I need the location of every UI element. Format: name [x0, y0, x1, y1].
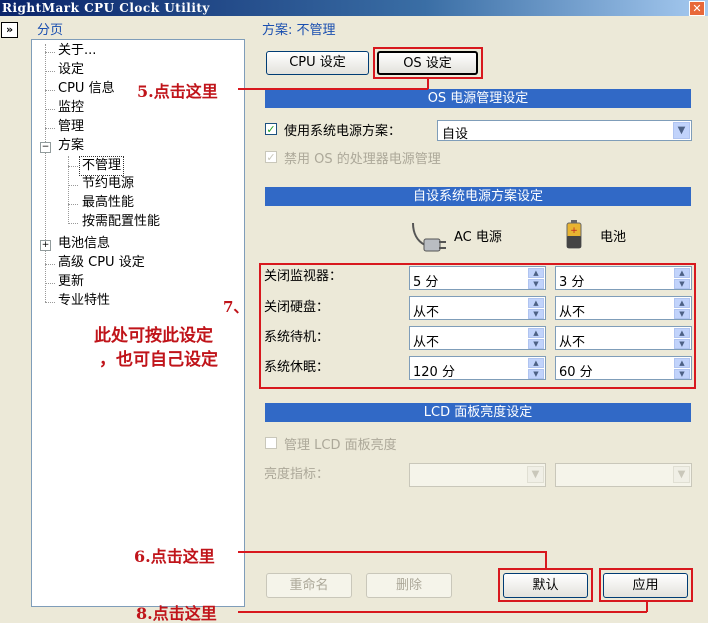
highlight-power-rows [259, 263, 696, 389]
nav-panel-title: 分页 [37, 23, 64, 38]
annotation-line [238, 611, 647, 613]
manage-lcd-checkbox[interactable] [265, 437, 277, 449]
window-title: RightMark CPU Clock Utility [2, 1, 210, 15]
collapse-node-icon[interactable]: − [40, 142, 51, 153]
rename-button[interactable]: 重命名 [266, 573, 352, 598]
expand-node-icon[interactable]: + [40, 240, 51, 251]
tree-connector [45, 128, 55, 129]
section-lcd-brightness: LCD 面板亮度设定 [265, 403, 691, 422]
highlight-default-button [498, 568, 593, 602]
svg-text:+: + [570, 226, 578, 236]
close-icon[interactable]: ✕ [689, 1, 705, 16]
nav-item-power-save[interactable]: 节约电源 [82, 175, 134, 193]
manage-lcd-label: 管理 LCD 面板亮度 [284, 438, 397, 453]
brightness-label: 亮度指标： [264, 467, 330, 482]
nav-item-max-performance[interactable]: 最高性能 [82, 194, 134, 212]
nav-item-about[interactable]: 关于... [58, 42, 96, 60]
annotation-line [545, 551, 547, 568]
tree-branch [68, 156, 69, 224]
disable-os-processor-checkbox[interactable]: ✓ [265, 151, 277, 163]
nav-item-settings[interactable]: 设定 [58, 61, 84, 79]
nav-item-monitor[interactable]: 监控 [58, 99, 84, 117]
tree-trunk [45, 44, 46, 302]
annotation-step7-line1: 此处可按此设定 [94, 326, 213, 346]
brightness-ac-select[interactable]: ▼ [409, 463, 546, 487]
tree-connector [45, 71, 55, 72]
scheme-select[interactable]: 自设 ▼ [437, 120, 692, 142]
tree-connector [68, 204, 78, 205]
annotation-step5: 5.点击这里 [137, 82, 218, 101]
tree-connector [68, 166, 78, 167]
highlight-apply-button [599, 568, 693, 602]
chevron-down-icon: ▼ [673, 122, 690, 139]
section-custom-scheme: 自设系统电源方案设定 [265, 187, 691, 206]
brightness-battery-select[interactable]: ▼ [555, 463, 692, 487]
highlight-os-tab [373, 47, 483, 79]
battery-icon: + [566, 220, 582, 249]
use-system-scheme-label: 使用系统电源方案： [284, 124, 402, 139]
annotation-step7-line2: ，也可自己设定 [99, 350, 218, 370]
annotation-line [646, 602, 648, 612]
nav-item-on-demand[interactable]: 按需配置性能 [82, 213, 160, 231]
tree-connector [45, 302, 55, 303]
nav-item-update[interactable]: 更新 [58, 273, 84, 291]
delete-button[interactable]: 删除 [366, 573, 452, 598]
tab-cpu-settings[interactable]: CPU 设定 [266, 51, 369, 75]
ac-power-label: AC 电源 [454, 230, 502, 245]
chevron-down-icon: ▼ [673, 466, 690, 483]
annotation-line [238, 88, 428, 90]
nav-item-advanced-cpu[interactable]: 高级 CPU 设定 [58, 254, 145, 272]
section-os-power: OS 电源管理设定 [265, 89, 691, 108]
use-system-scheme-checkbox[interactable]: ✓ [265, 123, 277, 135]
nav-item-pro-features[interactable]: 专业特性 [58, 292, 110, 310]
tree-connector [45, 264, 55, 265]
scheme-select-value: 自设 [442, 127, 469, 142]
tree-connector [45, 52, 55, 53]
tree-connector [45, 109, 55, 110]
scheme-title: 方案: 不管理 [262, 23, 336, 38]
annotation-step6: 6.点击这里 [134, 547, 215, 566]
tree-connector [68, 223, 78, 224]
battery-label: 电池 [600, 230, 627, 245]
nav-item-manage[interactable]: 管理 [58, 118, 84, 136]
nav-item-no-manage[interactable]: 不管理 [79, 156, 125, 176]
annotation-line [427, 78, 429, 89]
chevron-down-icon: ▼ [527, 466, 544, 483]
annotation-line [238, 551, 546, 553]
tree-connector [45, 90, 55, 91]
nav-item-battery-info[interactable]: 电池信息 [58, 235, 110, 253]
tree-connector [68, 185, 78, 186]
annotation-step7-number: 7、 [223, 298, 249, 316]
collapse-icon[interactable]: » [1, 22, 18, 38]
nav-item-schemes[interactable]: 方案 [58, 137, 84, 155]
ac-plug-icon [412, 222, 446, 252]
tree-connector [45, 283, 55, 284]
disable-os-processor-label: 禁用 OS 的处理器电源管理 [284, 152, 441, 167]
nav-item-cpu-info[interactable]: CPU 信息 [58, 80, 115, 98]
annotation-step8: 8.点击这里 [136, 604, 217, 623]
